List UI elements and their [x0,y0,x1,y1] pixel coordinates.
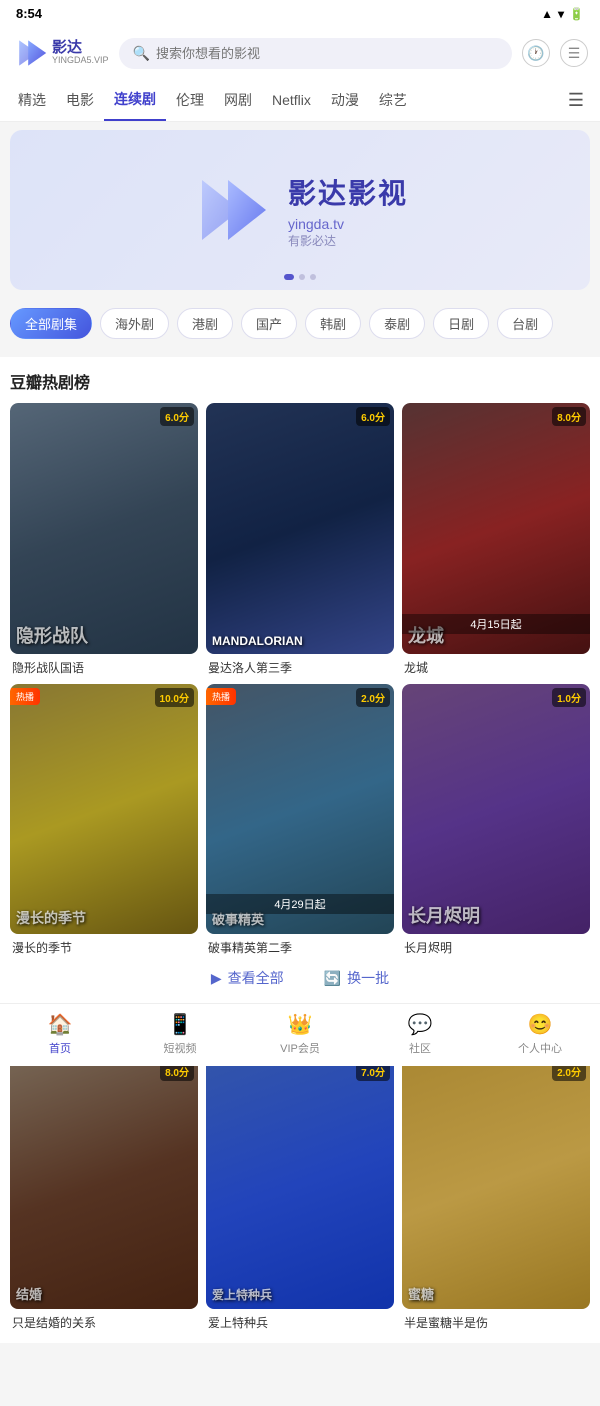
tab-wangju[interactable]: 网剧 [214,80,262,120]
banner-dots [284,274,316,280]
banner-logo-icon [192,170,272,250]
movie-title: 爱上特种兵 [206,1314,394,1331]
status-time: 8:54 [16,6,42,21]
logo-text: 影达 YINGDA5.VIP [52,40,109,66]
movie-title: 漫长的季节 [10,939,198,956]
tab-lunli[interactable]: 伦理 [166,80,214,120]
movie-title: 只是结婚的关系 [10,1314,198,1331]
pill-taiwan[interactable]: 台剧 [497,308,553,339]
movie-badge: 热播 [10,688,40,705]
pill-hk[interactable]: 港剧 [177,308,233,339]
banner-title: 影达影视 [288,172,408,212]
bottom-nav-profile[interactable]: 😊 个人中心 [480,1004,600,1066]
wifi-icon: ▾ [558,7,564,21]
list-item[interactable]: 龙城 4月15日起 8.0分 龙城 [402,403,590,676]
logo-sub: YINGDA5.VIP [52,56,109,66]
tab-netflix[interactable]: Netflix [262,82,321,118]
bottom-nav-community[interactable]: 💬 社区 [360,1004,480,1066]
banner-slogan: 有影必达 [288,232,408,249]
bottom-nav-shortvideo[interactable]: 📱 短视频 [120,1004,240,1066]
movie-score: 2.0分 [356,688,390,707]
douban-grid: 隐形战队 6.0分 隐形战队国语 MANDALORIAN 6.0分 曼达洛人第三… [10,403,590,956]
banner-logo-area: 影达影视 yingda.tv 有影必达 [192,170,408,250]
list-item[interactable]: 结婚 8.0分 只是结婚的关系 [10,1058,198,1331]
refresh-button[interactable]: 🔄 换一批 [324,968,389,988]
status-bar: 8:54 ▲ ▾ 🔋 [0,0,600,27]
nav-more-icon[interactable]: ☰ [560,82,592,119]
tab-jingxuan[interactable]: 精选 [8,80,56,120]
bottom-nav: 🏠 首页 📱 短视频 👑 VIP会员 💬 社区 😊 个人中心 [0,1003,600,1066]
movie-title: 龙城 [402,659,590,676]
logo-main: 影达 [52,40,109,57]
community-icon: 💬 [408,1012,433,1037]
tab-dianying[interactable]: 电影 [56,80,104,120]
profile-icon: 😊 [528,1012,553,1037]
movie-badge: 热播 [206,688,236,705]
view-all-button[interactable]: ▶ 查看全部 [211,968,284,988]
movie-title: 半是蜜糖半是伤 [402,1314,590,1331]
menu-icon[interactable]: ☰ [560,39,588,67]
pill-japanese[interactable]: 日剧 [433,308,489,339]
dot-1 [284,274,294,280]
header-icons: 🕐 ☰ [522,39,588,67]
pill-korean[interactable]: 韩剧 [305,308,361,339]
refresh-icon: 🔄 [324,970,341,987]
hot-grid: 结婚 8.0分 只是结婚的关系 爱上特种兵 7.0分 爱上特种兵 蜜糖 2.0 [10,1058,590,1331]
tab-zongyi[interactable]: 综艺 [369,80,417,120]
signal-icon: ▲ [541,7,553,21]
list-item[interactable]: 长月烬明 1.0分 长月烬明 [402,684,590,957]
movie-title: 隐形战队国语 [10,659,198,676]
search-input[interactable] [156,46,498,61]
search-bar[interactable]: 🔍 [119,38,512,69]
pill-overseas[interactable]: 海外剧 [100,308,169,339]
list-item[interactable]: 蜜糖 2.0分 半是蜜糖半是伤 [402,1058,590,1331]
dot-3 [310,274,316,280]
movie-title: 曼达洛人第三季 [206,659,394,676]
history-icon[interactable]: 🕐 [522,39,550,67]
movie-title: 长月烬明 [402,939,590,956]
header: 影达 YINGDA5.VIP 🔍 🕐 ☰ [0,27,600,79]
search-icon: 🔍 [133,45,150,62]
banner[interactable]: 影达影视 yingda.tv 有影必达 [10,130,590,290]
bottom-nav-home[interactable]: 🏠 首页 [0,1004,120,1066]
tab-lianxuju[interactable]: 连续剧 [104,79,166,121]
list-item[interactable]: 破事精英 4月29日起 2.0分 热播 破事精英第二季 [206,684,394,957]
status-icons: ▲ ▾ 🔋 [541,7,584,21]
vip-icon: 👑 [288,1012,313,1037]
tab-dongman[interactable]: 动漫 [321,80,369,120]
dot-2 [299,274,305,280]
play-icon: ▶ [211,970,222,987]
movie-score: 10.0分 [155,688,194,707]
logo[interactable]: 影达 YINGDA5.VIP [12,35,109,71]
list-item[interactable]: 爱上特种兵 7.0分 爱上特种兵 [206,1058,394,1331]
vip-label: VIP会员 [280,1040,320,1056]
movie-score: 6.0分 [356,407,390,426]
shortvideo-label: 短视频 [164,1040,197,1056]
action-row: ▶ 查看全部 🔄 换一批 [10,956,590,992]
shortvideo-icon: 📱 [168,1012,193,1037]
bottom-nav-vip[interactable]: 👑 VIP会员 [240,1004,360,1066]
movie-title: 破事精英第二季 [206,939,394,956]
banner-url: yingda.tv [288,216,408,232]
banner-text: 影达影视 yingda.tv 有影必达 [288,172,408,249]
pill-domestic[interactable]: 国产 [241,308,297,339]
movie-score: 1.0分 [552,688,586,707]
pill-thai[interactable]: 泰剧 [369,308,425,339]
list-item[interactable]: 漫长的季节 10.0分 热播 漫长的季节 [10,684,198,957]
movie-score: 6.0分 [160,407,194,426]
community-label: 社区 [409,1040,431,1056]
douban-title: 豆瓣热剧榜 [10,369,590,393]
profile-label: 个人中心 [518,1040,562,1056]
battery-icon: 🔋 [569,7,584,21]
list-item[interactable]: MANDALORIAN 6.0分 曼达洛人第三季 [206,403,394,676]
pill-all[interactable]: 全部剧集 [10,308,92,339]
logo-icon [12,35,48,71]
home-label: 首页 [49,1040,71,1056]
douban-section: 豆瓣热剧榜 隐形战队 6.0分 隐形战队国语 MANDALORIAN 6.0分 … [0,357,600,1004]
list-item[interactable]: 隐形战队 6.0分 隐形战队国语 [10,403,198,676]
movie-score: 8.0分 [552,407,586,426]
filter-pills: 全部剧集 海外剧 港剧 国产 韩剧 泰剧 日剧 台剧 [0,298,600,349]
home-icon: 🏠 [48,1012,73,1037]
nav-tabs: 精选 电影 连续剧 伦理 网剧 Netflix 动漫 综艺 ☰ [0,79,600,122]
